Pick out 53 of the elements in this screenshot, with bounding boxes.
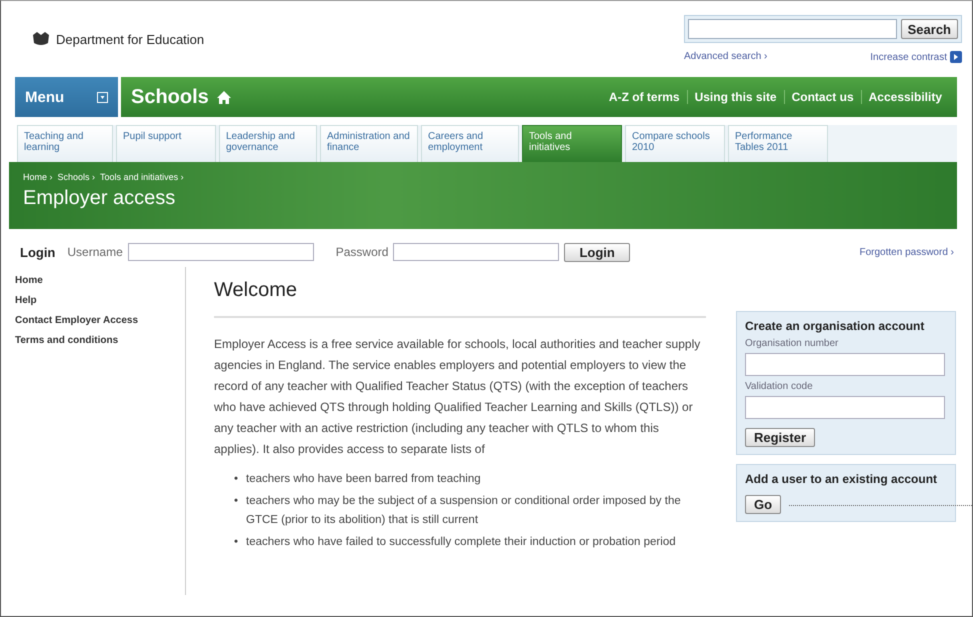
sidebar-link[interactable]: Contact Employer Access [15,315,185,326]
forgotten-password-link[interactable]: Forgotten password › [860,246,954,258]
password-label: Password [336,245,388,259]
menu-button[interactable]: Menu [15,77,118,117]
bullet-item: teachers who have been barred from teaching [246,472,481,487]
username-label: Username [67,245,123,259]
nav-tab[interactable]: Teaching and learning [17,125,113,162]
breadcrumb-link[interactable]: Home › [23,172,53,182]
nav-tab[interactable]: Pupil support [116,125,216,162]
search-field[interactable] [688,19,897,39]
field-label: Validation code [745,381,814,392]
breadcrumb-link[interactable]: Tools and initiatives › [100,172,184,182]
login-button[interactable]: Login [564,242,630,262]
crest-icon [31,31,51,47]
username-field[interactable] [128,243,314,261]
nav-tab[interactable]: Careers and employment [421,125,519,162]
nav-link[interactable]: Using this site [686,90,784,104]
nav-tab[interactable]: Leadership and governance [219,125,317,162]
nav-tab[interactable]: Performance Tables 2011 [728,125,828,162]
intro-paragraph: Employer Access is a free service available for schools, local authorities and teacher supply agencies in England. The service enables employers and potential employers to view the record of any teacher with Qualified Teacher Status (QTS) (with the exception of teachers who have achieved QTS through holding Qualified Teacher Learning and Skills (QTLS)) or any teacher with an active restriction (including any teacher with QTLS to whom this applies). It also provides access to separate lists of [214,336,702,458]
register-button[interactable]: Register [745,428,816,447]
bullet-marker: • [234,494,238,509]
go-button[interactable]: Go [745,495,782,514]
nav-link[interactable]: Contact us [784,90,861,104]
panel-title: Create an organisation account [745,319,926,333]
home-icon[interactable] [216,90,231,104]
welcome-heading: Welcome [214,279,298,302]
nav-tab[interactable]: Administration and finance [320,125,418,162]
bullet-marker: • [234,535,238,550]
advanced-search-link[interactable]: Advanced search › [684,51,768,63]
increase-contrast-link[interactable]: Increase contrast [870,52,947,62]
nav-tab[interactable]: Tools and initiatives [522,125,622,162]
nav-tab[interactable]: Compare schools 2010 [625,125,725,162]
page-title: Employer access [23,187,176,210]
section-title[interactable]: Schools [131,86,209,108]
panel-title: Add a user to an existing account [745,472,938,486]
breadcrumb-link[interactable]: Schools › [58,172,96,182]
input-field[interactable] [745,396,945,419]
password-field[interactable] [393,243,560,261]
bullet-item: teachers who have failed to successfully complete their induction or probation period [246,535,676,550]
site-logo-text[interactable]: Department for Education [56,32,204,46]
login-label: Login [20,244,56,260]
sidebar-link[interactable]: Terms and conditions [15,335,185,346]
bullet-marker: • [234,472,238,487]
sidebar-link[interactable]: Home [15,275,185,286]
sidebar-link[interactable]: Help [15,295,185,306]
contrast-icon[interactable] [950,51,962,63]
search-button[interactable]: Search [900,19,958,39]
dropdown-icon[interactable] [97,92,108,102]
field-label: Organisation number [745,338,840,349]
nav-link[interactable]: A-Z of terms [602,90,687,104]
input-field[interactable] [745,353,945,376]
nav-link[interactable]: Accessibility [860,90,949,104]
